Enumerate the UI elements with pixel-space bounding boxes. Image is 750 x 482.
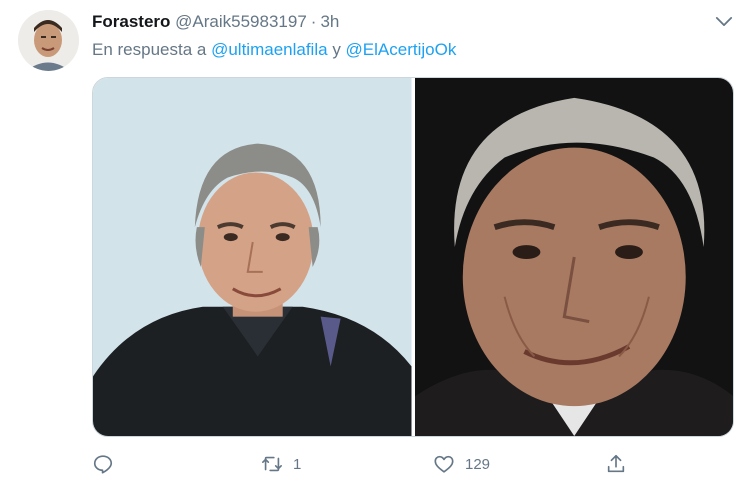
author-avatar[interactable] — [18, 10, 79, 71]
retweet-count: 1 — [293, 455, 302, 473]
heart-icon — [434, 455, 454, 473]
portrait-photo-left — [93, 78, 412, 436]
like-button[interactable]: 129 — [433, 450, 490, 478]
reply-prefix: En respuesta a — [92, 40, 207, 59]
author-handle[interactable]: @Araik55983197 — [175, 12, 307, 31]
retweet-button[interactable]: 1 — [261, 450, 301, 478]
avatar-photo — [18, 10, 79, 71]
author-name[interactable]: Forastero — [92, 12, 170, 31]
tweet-media — [92, 77, 734, 437]
separator-dot: · — [310, 12, 317, 31]
portrait-photo-right — [414, 78, 733, 436]
share-button[interactable] — [605, 450, 627, 478]
tweet-timestamp[interactable]: 3h — [320, 12, 339, 31]
like-count: 129 — [465, 455, 491, 473]
reply-button[interactable] — [92, 450, 114, 478]
reply-context: En respuesta a @ultimaenlafila y @ElAcer… — [92, 40, 456, 60]
tweet-header: Forastero @Araik55983197 · 3h — [92, 12, 339, 32]
share-icon — [607, 454, 625, 473]
reply-conjunction: y — [332, 40, 341, 59]
more-options-button[interactable] — [713, 12, 735, 30]
mention-link-1[interactable]: @ultimaenlafila — [211, 40, 327, 59]
media-photo-left[interactable] — [93, 78, 412, 436]
tweet-actions: 1 129 — [92, 450, 632, 478]
chevron-down-icon — [715, 16, 733, 26]
comment-icon — [93, 455, 113, 474]
media-photo-right[interactable] — [414, 78, 733, 436]
mention-link-2[interactable]: @ElAcertijoOk — [346, 40, 457, 59]
retweet-icon — [262, 456, 282, 472]
